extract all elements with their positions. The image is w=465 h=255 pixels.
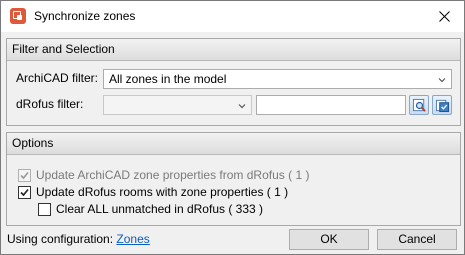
options-group: Options Update ArchiCAD zone properties … — [6, 132, 461, 226]
chevron-down-icon — [438, 78, 446, 83]
option-update-archicad[interactable]: Update ArchiCAD zone properties from dRo… — [18, 167, 309, 183]
window-title: Synchronize zones — [34, 9, 136, 23]
option-update-drofus[interactable]: Update dRofus rooms with zone properties… — [18, 184, 288, 200]
archicad-filter-label: ArchiCAD filter: — [16, 71, 99, 85]
drofus-filter-select[interactable] — [103, 95, 252, 115]
select-rooms-button[interactable] — [432, 95, 452, 115]
update-drofus-label: Update dRofus rooms with zone properties… — [36, 185, 289, 199]
option-clear-unmatched[interactable]: Clear ALL unmatched in dRofus ( 333 ) — [38, 201, 263, 217]
ok-button[interactable]: OK — [289, 229, 369, 250]
checkmark-icon — [20, 171, 29, 179]
update-archicad-checkbox[interactable] — [18, 168, 31, 182]
filter-selection-header: Filter and Selection — [7, 39, 460, 61]
configuration-info: Using configuration: Zones — [7, 232, 150, 246]
drofus-app-icon — [10, 8, 26, 24]
search-button[interactable] — [409, 95, 429, 115]
configuration-prefix: Using configuration: — [7, 232, 114, 246]
drofus-filter-text-input[interactable] — [256, 95, 406, 115]
archicad-filter-select[interactable]: All zones in the model — [103, 69, 452, 89]
filter-selection-group: Filter and Selection ArchiCAD filter: Al… — [6, 38, 461, 126]
select-rooms-icon — [435, 99, 449, 112]
update-archicad-label: Update ArchiCAD zone properties from dRo… — [36, 168, 310, 182]
close-button[interactable] — [424, 1, 464, 32]
checkmark-icon — [20, 188, 29, 196]
options-header: Options — [7, 133, 460, 155]
search-icon — [412, 98, 426, 112]
update-drofus-checkbox[interactable] — [18, 185, 31, 199]
cancel-button[interactable]: Cancel — [377, 229, 457, 250]
synchronize-zones-dialog: Synchronize zones Filter and Selection A… — [0, 0, 465, 255]
configuration-link[interactable]: Zones — [116, 232, 149, 246]
close-icon — [438, 11, 450, 22]
chevron-down-icon — [238, 104, 246, 109]
clear-unmatched-label: Clear ALL unmatched in dRofus ( 333 ) — [56, 202, 264, 216]
title-bar: Synchronize zones — [1, 1, 464, 32]
clear-unmatched-checkbox[interactable] — [38, 202, 51, 216]
drofus-filter-label: dRofus filter: — [16, 97, 84, 111]
archicad-filter-value: All zones in the model — [109, 72, 227, 86]
